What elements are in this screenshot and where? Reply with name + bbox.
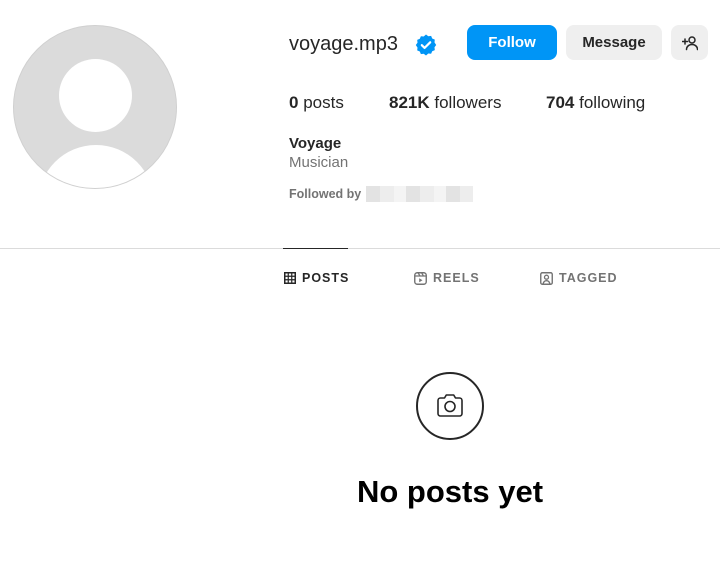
profile-category: Musician — [289, 154, 349, 171]
message-button[interactable]: Message — [566, 25, 662, 60]
tab-posts[interactable]: POSTS — [284, 270, 349, 286]
grid-icon — [284, 272, 296, 284]
stat-followers[interactable]: 821K followers — [389, 92, 501, 114]
tab-reels[interactable]: REELS — [414, 270, 480, 286]
avatar-placeholder-head — [59, 59, 132, 132]
following-label: following — [579, 93, 646, 112]
following-count: 704 — [546, 93, 575, 112]
tabs-divider — [0, 248, 720, 249]
posts-label: posts — [303, 93, 344, 112]
profile-full-name: Voyage — [289, 135, 342, 152]
tab-tagged[interactable]: TAGGED — [540, 270, 618, 286]
posts-count: 0 — [289, 93, 299, 112]
tab-posts-label: POSTS — [302, 271, 350, 285]
stat-following[interactable]: 704 following — [546, 92, 645, 114]
reels-icon — [414, 271, 427, 285]
avatar-placeholder-body — [38, 145, 154, 188]
followers-count: 821K — [389, 93, 430, 112]
profile-username: voyage.mp3 — [289, 33, 398, 55]
followed-by-names-redacted[interactable] — [366, 186, 473, 202]
stat-posts: 0 posts — [289, 92, 344, 114]
active-tab-indicator — [283, 248, 348, 249]
tab-reels-label: REELS — [433, 271, 480, 285]
empty-state-icon-circle — [416, 372, 484, 440]
camera-icon — [437, 394, 463, 417]
tab-tagged-label: TAGGED — [559, 271, 618, 285]
follow-button[interactable]: Follow — [467, 25, 557, 60]
tagged-icon — [540, 271, 553, 285]
followers-label: followers — [434, 93, 502, 112]
verified-badge-icon — [415, 34, 437, 56]
empty-state-title: No posts yet — [356, 474, 544, 509]
profile-avatar[interactable] — [13, 25, 177, 189]
suggested-accounts-button[interactable] — [671, 25, 708, 60]
followed-by-label: Followed by — [289, 187, 362, 201]
profile-page: voyage.mp3 Follow Message 0 posts 821K f… — [0, 0, 720, 569]
add-person-icon — [681, 35, 698, 50]
